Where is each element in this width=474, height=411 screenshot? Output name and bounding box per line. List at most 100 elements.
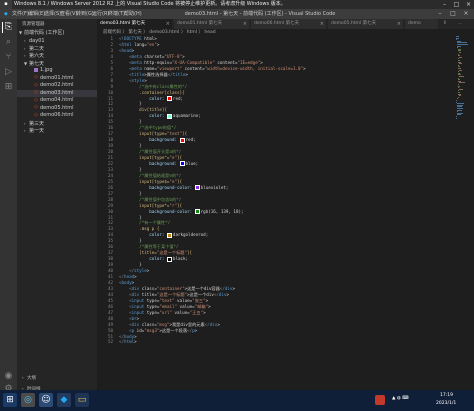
menu-terminal[interactable]: 终端(T)	[108, 9, 125, 19]
code-line[interactable]: input[type*="r"]{	[119, 203, 182, 208]
tab-demo06[interactable]: demo06.html 第七天 ×	[251, 19, 327, 29]
sidebar-item-html[interactable]: ◇ demo06.html	[17, 112, 97, 119]
tab-demo01[interactable]: demo01.html 第七天 ×	[174, 19, 250, 29]
code-line[interactable]: }	[119, 101, 142, 106]
code-line[interactable]: <br>	[119, 316, 139, 321]
sidebar-item-folder[interactable]: › 第三天	[17, 120, 97, 127]
close-tab-icon[interactable]: ×	[397, 19, 401, 29]
code-line[interactable]: </style>	[119, 268, 149, 273]
code-editor[interactable]: 1 <!DOCTYPE html> 2 <html lang="en"> 3 <head>…	[97, 36, 474, 398]
sidebar-item-html[interactable]: ◇ demo02.html	[17, 82, 97, 89]
sidebar-item-html[interactable]: ◇ demo05.html	[17, 105, 97, 112]
tab-demo03[interactable]: demo03.html 第七天 ×	[97, 19, 173, 29]
code-line[interactable]: background: red;	[119, 137, 196, 143]
code-line[interactable]: <body>	[119, 280, 134, 285]
close-tab-icon[interactable]: ×	[166, 19, 170, 29]
remote-menu-button[interactable]: ▪	[0, 0, 12, 9]
code-line[interactable]: </html>	[119, 339, 137, 344]
clock-time[interactable]: 17:19	[440, 393, 453, 398]
window-minimize-icon[interactable]: –	[434, 9, 446, 19]
color-swatch-icon[interactable]	[166, 96, 172, 101]
code-line[interactable]: div[title]{	[119, 107, 167, 112]
code-line[interactable]: .msg p {	[119, 226, 159, 231]
color-swatch-icon[interactable]	[179, 161, 185, 167]
outline-section[interactable]: › 大纲	[22, 375, 36, 381]
tab-demo05[interactable]: demo05.html 第七天 ×	[328, 19, 404, 29]
tab-demo[interactable]: demo	[405, 19, 439, 29]
close-tab-icon[interactable]: ×	[243, 19, 247, 29]
menu-edit[interactable]: 编辑(E)	[28, 9, 45, 19]
code-line[interactable]: }	[119, 262, 142, 267]
close-tab-icon[interactable]: ×	[320, 19, 324, 29]
split-editor-icon[interactable]: ⫴	[441, 19, 453, 29]
code-line[interactable]: <head>	[119, 48, 134, 53]
sidebar-item-folder[interactable]: › 第二天	[17, 45, 97, 52]
explorer-icon[interactable]: ⎘	[2, 22, 14, 33]
sidebar-item-html[interactable]: ◇ demo01.html	[17, 75, 97, 82]
clock-date[interactable]: 2023/1/1	[436, 401, 456, 406]
breadcrumb[interactable]: 前端代码 〉 第七天 〉 demo03.html 〉 html 〉 head	[97, 29, 474, 36]
code-line[interactable]: <style>	[119, 78, 147, 83]
sidebar-item-html[interactable]: ◇ demo04.html	[17, 97, 97, 104]
code-line[interactable]: background-color: rgb(16, 139, 18);	[119, 209, 244, 215]
code-line[interactable]: color: black;	[119, 256, 188, 262]
code-line[interactable]: <meta name="viewport" content="width=dev…	[119, 66, 306, 71]
account-icon[interactable]: ◉	[3, 371, 14, 382]
code-line[interactable]: background: blue;	[119, 161, 198, 167]
code-line[interactable]: <html lang="en">	[119, 42, 159, 47]
menu-run[interactable]: 运行(R)	[92, 9, 109, 19]
run-debug-icon[interactable]: ▷	[3, 67, 14, 78]
window-close-icon[interactable]: ×	[460, 9, 472, 19]
window-maximize-icon[interactable]: □	[447, 9, 459, 19]
minimap[interactable]	[456, 36, 470, 126]
extensions-icon[interactable]: ⊞	[3, 82, 14, 93]
code-line[interactable]: input[type^="e"]{	[119, 155, 182, 160]
menu-selection[interactable]: 选择(S)	[44, 9, 61, 19]
code-line[interactable]: }	[119, 119, 142, 124]
close-icon[interactable]: ×	[464, 1, 473, 8]
tray-icons[interactable]: ▲ ◍ ⌨	[392, 396, 409, 401]
color-swatch-icon[interactable]	[194, 209, 200, 215]
input-method-icon[interactable]	[375, 395, 385, 405]
code-line[interactable]: input[type="text"]{	[119, 131, 187, 136]
code-line[interactable]: </body>	[119, 334, 137, 339]
sidebar-item-folder[interactable]: ▼ 第七天	[17, 60, 97, 67]
sidebar-item-folder[interactable]: › day01	[17, 37, 97, 44]
search-icon[interactable]: ⌕	[3, 37, 14, 48]
minimize-icon[interactable]: –	[440, 1, 449, 8]
qq-icon[interactable]: ☺	[39, 393, 53, 407]
sidebar-item-folder[interactable]: › 第一天	[17, 127, 97, 134]
code-line[interactable]: }	[119, 143, 142, 148]
browser-icon[interactable]: ◎	[21, 393, 35, 407]
menu-file[interactable]: 文件(F)	[12, 9, 29, 19]
source-control-icon[interactable]: ⑂	[3, 52, 14, 63]
code-line[interactable]: <meta charset="UTF-8">	[119, 54, 185, 59]
more-actions-icon[interactable]: …	[455, 19, 467, 29]
color-swatch-icon[interactable]	[166, 256, 172, 262]
code-line[interactable]: color: red;	[119, 96, 183, 101]
code-line[interactable]: <!DOCTYPE html>	[119, 36, 157, 41]
code-line[interactable]: .container[class]{	[119, 90, 184, 95]
code-line[interactable]: input[type$="e"]{	[119, 179, 182, 184]
file-explorer-icon[interactable]: ▭	[75, 393, 89, 407]
start-icon[interactable]: ⊞	[3, 393, 17, 407]
maximize-icon[interactable]: □	[452, 1, 461, 8]
code-line[interactable]: }	[119, 215, 142, 220]
color-swatch-icon[interactable]	[194, 185, 200, 191]
sidebar-item-html[interactable]: ◇ demo03.html	[17, 89, 97, 97]
code-line[interactable]: }	[119, 191, 142, 196]
sidebar-item-image[interactable]: 1.jpg	[17, 67, 97, 74]
color-swatch-icon[interactable]	[179, 137, 185, 143]
sidebar-item-folder[interactable]: › 第六天	[17, 52, 97, 59]
color-swatch-icon[interactable]	[166, 232, 172, 238]
code-line[interactable]: </head>	[119, 274, 137, 279]
menu-help[interactable]: 帮助(H)	[124, 9, 142, 19]
code-line[interactable]: background-color: blueviolet;	[119, 185, 228, 191]
code-line[interactable]: }	[119, 238, 142, 243]
vscode-taskbar-icon[interactable]: ◆	[57, 393, 71, 407]
code-line[interactable]: <meta http-equiv="X-UA-Compatible" conte…	[119, 60, 263, 65]
code-line[interactable]: color: aquamarine;	[119, 113, 201, 119]
code-line[interactable]: color: darkgoldenrod;	[119, 232, 208, 238]
workspace-root[interactable]: ▼ 前端代码 (工作区)	[19, 29, 65, 36]
menu-view[interactable]: 查看(V)	[60, 9, 77, 19]
